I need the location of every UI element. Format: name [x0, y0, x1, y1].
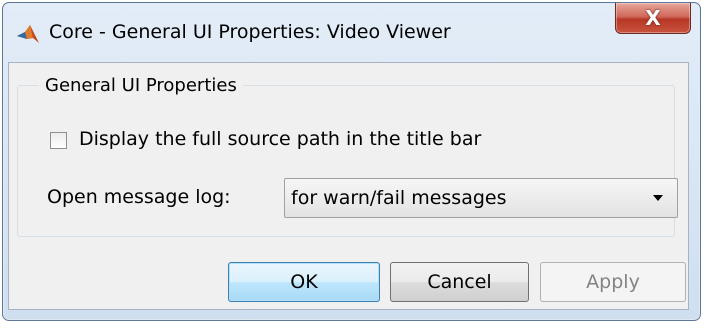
- message-log-label: Open message log:: [47, 186, 231, 208]
- window-title: Core - General UI Properties: Video View…: [49, 21, 451, 43]
- full-source-path-label[interactable]: Display the full source path in the titl…: [79, 128, 481, 150]
- title-bar[interactable]: Core - General UI Properties: Video View…: [3, 3, 700, 65]
- apply-button[interactable]: Apply: [540, 262, 686, 302]
- panel-title: General UI Properties: [39, 75, 243, 96]
- full-source-path-checkbox[interactable]: [50, 132, 67, 149]
- matlab-icon: [17, 25, 39, 43]
- cancel-button[interactable]: Cancel: [390, 262, 529, 302]
- message-log-value: for warn/fail messages: [291, 187, 507, 209]
- message-log-dropdown[interactable]: for warn/fail messages: [284, 178, 678, 218]
- chevron-down-icon: [653, 195, 663, 201]
- close-icon: X: [645, 6, 661, 30]
- close-button[interactable]: X: [615, 3, 691, 34]
- ok-button[interactable]: OK: [228, 262, 380, 302]
